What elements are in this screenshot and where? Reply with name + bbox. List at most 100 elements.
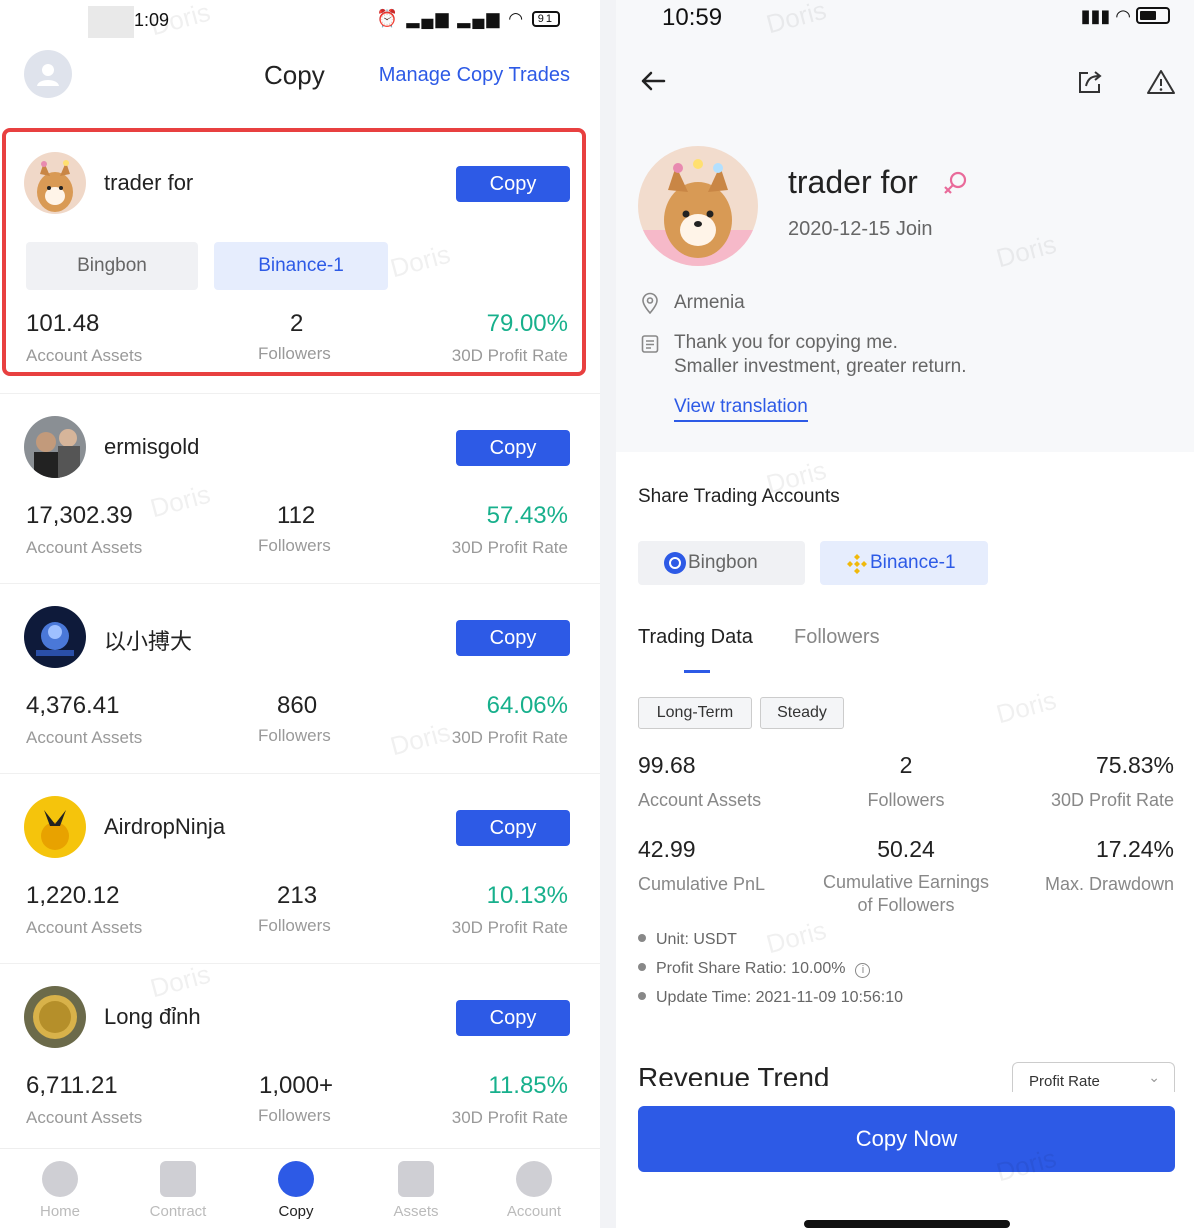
profit-rate-value: 75.83% (1095, 752, 1174, 778)
revenue-metric-select[interactable]: Profit Rate ⌄ (1012, 1062, 1175, 1092)
account-assets-label: Account Assets (638, 790, 762, 810)
nav-home[interactable]: Home (10, 1161, 110, 1220)
watermark: Doris (763, 914, 830, 960)
copy-button[interactable]: Copy (456, 810, 570, 846)
nav-label: Home (39, 1203, 80, 1220)
share-accounts-title: Share Trading Accounts (638, 486, 840, 507)
copy-button[interactable]: Copy (456, 620, 570, 656)
copy-now-button[interactable]: Copy Now (638, 1106, 1175, 1172)
nav-assets[interactable]: Assets (366, 1161, 466, 1220)
account-name: Bingbon (688, 552, 758, 573)
follower-earnings-label: Cumulative Earnings (822, 872, 990, 892)
active-tab-indicator (684, 670, 710, 673)
trader-avatar (24, 152, 86, 214)
followers-label: Followers (258, 726, 331, 745)
location-pin-icon (642, 292, 658, 314)
account-assets-label: Account Assets (26, 918, 143, 937)
home-indicator (804, 1220, 1010, 1228)
nav-contract[interactable]: Contract (128, 1161, 228, 1220)
trader-name: trader for (788, 164, 918, 200)
status-icons: ▮▮▮ ◠ (1081, 6, 1170, 27)
bottom-nav: Home Contract Copy Assets Account (0, 1148, 600, 1228)
followers-label: Followers (258, 536, 331, 555)
watermark: Doris (993, 684, 1060, 730)
trader-card[interactable]: ermisgold Copy 17,302.39 Account Assets … (0, 393, 600, 583)
battery-icon: 91 (531, 11, 560, 27)
profit-rate-label: 30D Profit Rate (451, 918, 568, 937)
trader-avatar (24, 416, 86, 478)
unit-note: Unit: USDT (638, 931, 737, 949)
trader-card[interactable]: AirdropNinja Copy 1,220.12 Account Asset… (0, 773, 600, 963)
wallet-icon (398, 1161, 434, 1197)
panel-divider (600, 0, 616, 1228)
cumulative-pnl-value: 42.99 (638, 836, 696, 862)
view-translation-link[interactable]: View translation (674, 396, 808, 422)
followers-value: 2 (290, 310, 304, 337)
profit-rate-label: 30D Profit Rate (451, 538, 568, 557)
trader-name: 以小搏大 (104, 629, 193, 654)
account-tag-bingbon: Bingbon (638, 541, 805, 585)
profit-rate-value: 64.06% (486, 692, 568, 719)
followers-label: Followers (258, 916, 331, 935)
account-assets-label: Account Assets (26, 728, 143, 747)
share-icon[interactable] (1076, 68, 1104, 96)
followers-label: Followers (258, 344, 331, 363)
bio-note-icon (641, 335, 659, 353)
profit-share-text: Profit Share Ratio: 10.00% (656, 960, 846, 977)
tab-followers[interactable]: Followers (794, 626, 880, 649)
profit-rate-label: 30D Profit Rate (1050, 790, 1174, 810)
profit-rate-label: 30D Profit Rate (451, 728, 568, 747)
trader-avatar (24, 986, 86, 1048)
update-time-note: Update Time: 2021-11-09 10:56:10 (638, 989, 903, 1007)
header: Copy Manage Copy Trades (0, 46, 600, 106)
profit-rate-value: 79.00% (486, 310, 568, 337)
contract-icon (160, 1161, 196, 1197)
bio-line: Smaller investment, greater return. (674, 356, 967, 377)
account-tag-binance: Binance-1 (214, 242, 388, 290)
account-assets-value: 101.48 (26, 310, 100, 337)
status-bar: 1:09 ⏰ ▂▄▆ ▂▄▆ ◠ 91 (0, 0, 600, 40)
followers-value: 112 (277, 502, 316, 529)
profit-rate-value: 57.43% (486, 502, 568, 529)
nav-copy[interactable]: Copy (246, 1161, 346, 1220)
account-assets-value: 99.68 (638, 752, 696, 778)
info-icon[interactable]: i (855, 963, 871, 978)
profit-rate-value: 10.13% (486, 882, 568, 909)
account-assets-label: Account Assets (26, 346, 143, 365)
followers-value: 2 (899, 752, 913, 778)
profit-rate-label: 30D Profit Rate (451, 1108, 568, 1127)
account-assets-value: 6,711.21 (26, 1072, 118, 1099)
user-avatar-icon[interactable] (24, 50, 72, 98)
join-date: 2020-12-15 Join (788, 218, 933, 240)
account-tag-binance: Binance-1 (820, 541, 988, 585)
copy-list-screen: 1:09 ⏰ ▂▄▆ ▂▄▆ ◠ 91 Copy Manage Copy Tra… (0, 0, 600, 1228)
followers-label: Followers (867, 790, 945, 810)
tab-trading-data[interactable]: Trading Data (638, 626, 753, 649)
copy-button[interactable]: Copy (456, 430, 570, 466)
female-gender-icon (944, 171, 967, 194)
profile-header: 10:59 ▮▮▮ ◠ trader for 2020-12-15 Join A… (616, 0, 1194, 452)
copy-button[interactable]: Copy (456, 166, 570, 202)
followers-value: 1,000+ (259, 1072, 334, 1099)
trader-card[interactable]: Long đỉnh Copy 6,711.21 Account Assets 1… (0, 963, 600, 1153)
status-icons: ⏰ ▂▄▆ ▂▄▆ ◠ 91 (376, 9, 560, 29)
trader-avatar (24, 796, 86, 858)
manage-copy-trades-link[interactable]: Manage Copy Trades (379, 64, 570, 87)
status-time: 10:59 (662, 4, 723, 31)
copy-chat-icon (278, 1161, 314, 1197)
account-assets-value: 4,376.41 (26, 692, 120, 719)
bingbon-logo-icon (664, 552, 686, 574)
back-arrow-icon[interactable] (638, 66, 668, 96)
report-warning-icon[interactable] (1146, 68, 1176, 96)
profit-share-note: Profit Share Ratio: 10.00% i (638, 960, 871, 978)
chevron-down-icon: ⌄ (1148, 1069, 1160, 1085)
account-tag-bingbon: Bingbon (26, 242, 198, 290)
copy-button[interactable]: Copy (456, 1000, 570, 1036)
nav-account[interactable]: Account (484, 1161, 584, 1220)
account-assets-value: 1,220.12 (26, 882, 120, 909)
trader-card[interactable]: 以小搏大 Copy 4,376.41 Account Assets 860 Fo… (0, 583, 600, 773)
max-drawdown-label: Max. Drawdown (1044, 874, 1174, 894)
trader-card[interactable]: trader for Copy Bingbon Binance-1 101.48… (0, 130, 600, 376)
trader-name: ermisgold (104, 434, 200, 459)
battery-icon (1136, 7, 1170, 24)
